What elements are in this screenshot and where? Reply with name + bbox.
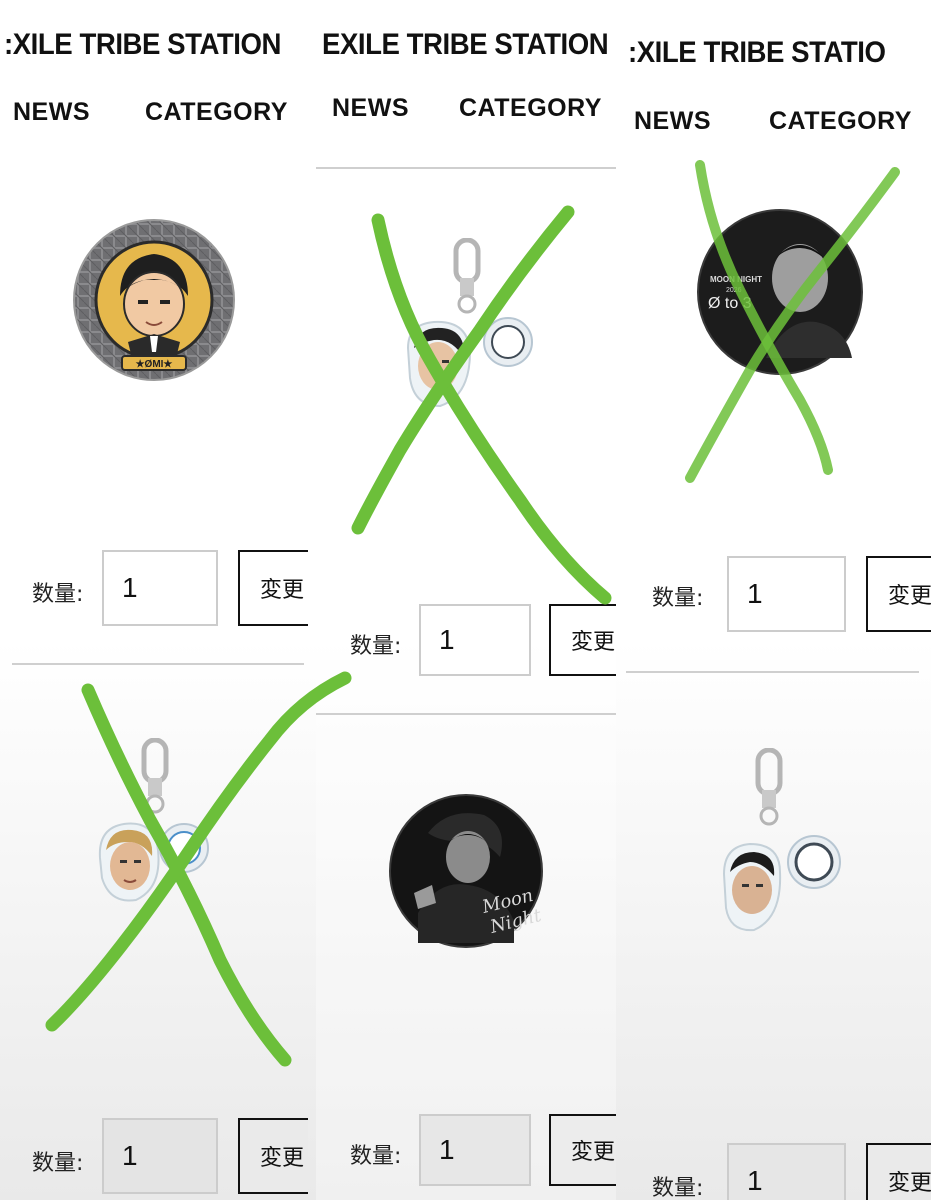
nav-category[interactable]: CATEGORY: [769, 107, 912, 136]
quantity-label: 数量:: [32, 582, 84, 607]
panel-middle: EXILE TRIBE STATION NEWS CATEGORY 数量: 1 …: [316, 0, 616, 1200]
nav-category[interactable]: CATEGORY: [145, 98, 288, 127]
divider: [316, 713, 616, 715]
change-button[interactable]: 変更: [549, 1114, 616, 1186]
quantity-input[interactable]: 1: [419, 604, 531, 676]
nav-category[interactable]: CATEGORY: [459, 94, 602, 123]
divider: [626, 671, 919, 673]
divider: [316, 167, 616, 169]
quantity-input[interactable]: 1: [102, 550, 218, 626]
quantity-label: 数量:: [652, 1176, 704, 1200]
product-image-zero-to-three-photo-badge[interactable]: MOON NIGHT 2026 Ø to 3: [696, 208, 864, 376]
panel-right: :XILE TRIBE STATIO NEWS CATEGORY MOON NI…: [626, 0, 931, 1200]
panel-left: :XILE TRIBE STATION NEWS CATEGORY ★ØMI★ …: [0, 0, 308, 1200]
quantity-label: 数量:: [32, 1151, 84, 1176]
product-image-acrylic-keychain-photo[interactable]: [718, 748, 848, 936]
quantity-input[interactable]: 1: [727, 1143, 846, 1200]
change-button[interactable]: 変更: [238, 550, 308, 626]
quantity-input[interactable]: 1: [102, 1118, 218, 1194]
change-button[interactable]: 変更: [549, 604, 616, 676]
product-image-acrylic-keychain-dark[interactable]: [404, 238, 544, 414]
change-button[interactable]: 変更: [866, 1143, 931, 1200]
nav-news[interactable]: NEWS: [13, 98, 90, 127]
change-button[interactable]: 変更: [866, 556, 931, 632]
svg-text:Ø to 3: Ø to 3: [708, 295, 752, 312]
change-button[interactable]: 変更: [238, 1118, 308, 1194]
site-logo[interactable]: :XILE TRIBE STATIO: [628, 36, 886, 70]
badge-name-text: ★ØMI★: [136, 359, 173, 370]
site-logo[interactable]: :XILE TRIBE STATION: [4, 28, 281, 62]
product-image-omi-chibi-badge[interactable]: ★ØMI★: [72, 218, 236, 382]
product-image-acrylic-keychain-blond[interactable]: [92, 738, 222, 918]
quantity-label: 数量:: [652, 586, 704, 611]
quantity-input[interactable]: 1: [727, 556, 846, 632]
quantity-label: 数量:: [350, 1144, 402, 1169]
nav-news[interactable]: NEWS: [634, 107, 711, 136]
quantity-input[interactable]: 1: [419, 1114, 531, 1186]
badge-title-text: MOON NIGHT: [710, 275, 762, 284]
quantity-label: 数量:: [350, 634, 402, 659]
site-logo[interactable]: EXILE TRIBE STATION: [322, 28, 609, 62]
nav-news[interactable]: NEWS: [332, 94, 409, 123]
divider: [12, 663, 304, 665]
svg-text:2026: 2026: [726, 287, 742, 294]
product-image-moon-night-photo-badge[interactable]: Moon Night: [388, 793, 544, 949]
